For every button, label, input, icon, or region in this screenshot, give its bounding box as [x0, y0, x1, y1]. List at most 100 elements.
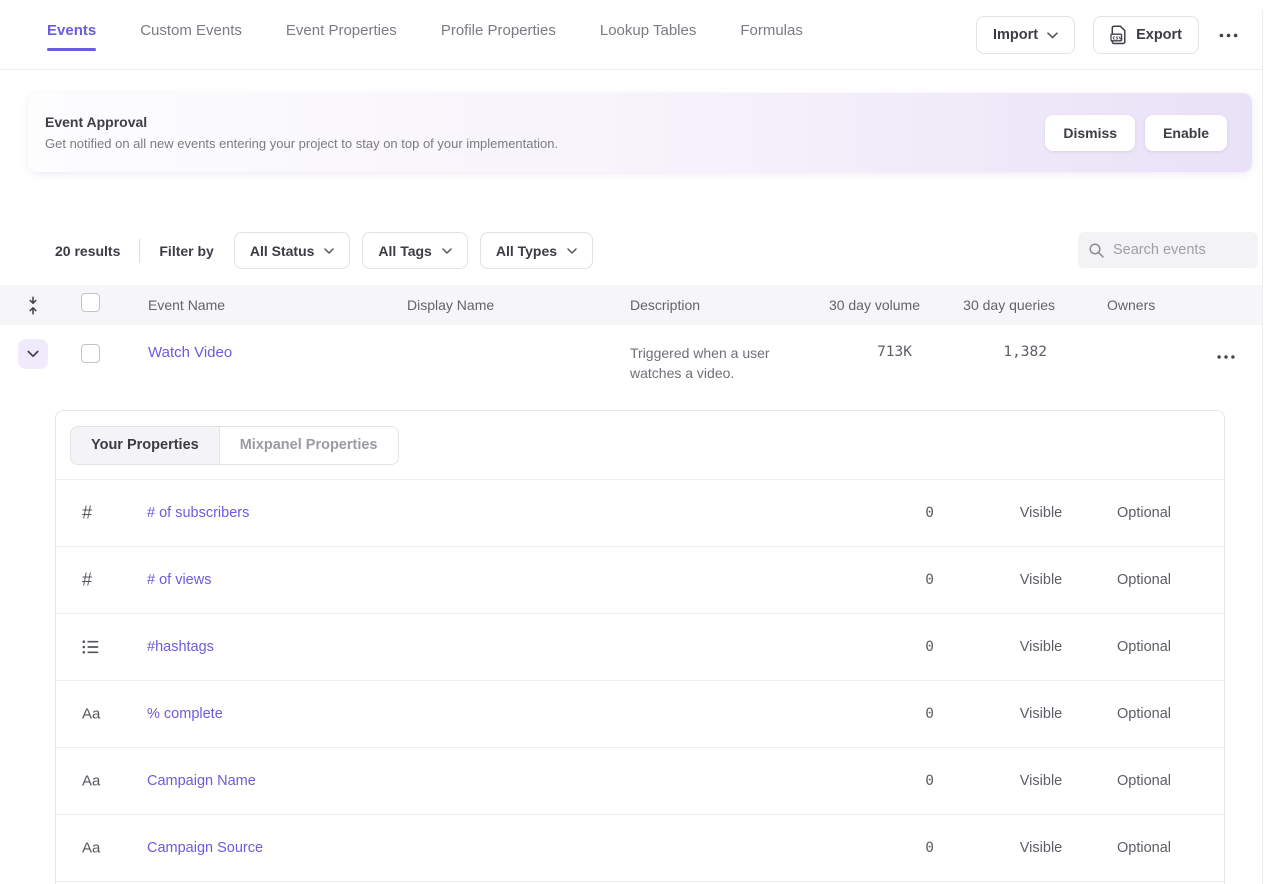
enable-button[interactable]: Enable: [1145, 115, 1227, 151]
search-icon: [1088, 242, 1105, 259]
tab-events[interactable]: Events: [47, 0, 96, 70]
property-name-link[interactable]: % complete: [147, 706, 223, 722]
expander-cell: [0, 325, 66, 369]
banner-actions: Dismiss Enable: [1045, 115, 1227, 151]
tab-formulas[interactable]: Formulas: [740, 0, 803, 70]
tab-mixpanel-properties[interactable]: Mixpanel Properties: [220, 427, 398, 464]
csv-file-icon: csv: [1110, 25, 1127, 45]
properties-segmented-control: Your Properties Mixpanel Properties: [70, 426, 399, 465]
chevron-down-icon: [1047, 32, 1058, 39]
list-type-icon: [82, 640, 99, 655]
all-types-label: All Types: [496, 243, 557, 259]
banner-title: Event Approval: [45, 114, 558, 130]
row-more-options-button[interactable]: [1217, 347, 1235, 362]
property-visibility: Visible: [1020, 773, 1062, 789]
property-visibility: Visible: [1020, 639, 1062, 655]
row-actions-cell: [1207, 325, 1262, 364]
property-requirement: Optional: [1117, 706, 1171, 722]
column-header-volume[interactable]: 30 day volume: [820, 297, 920, 313]
column-header-event-name[interactable]: Event Name: [148, 297, 407, 313]
event-approval-banner: Event Approval Get notified on all new e…: [28, 93, 1252, 172]
content-right-border: [1262, 10, 1279, 884]
property-name-link[interactable]: Campaign Name: [147, 773, 256, 789]
all-tags-dropdown[interactable]: All Tags: [362, 232, 467, 269]
property-volume: 0: [925, 706, 934, 722]
property-name-link[interactable]: #hashtags: [147, 639, 214, 655]
import-button[interactable]: Import: [976, 16, 1075, 54]
property-row: Aa % complete 0 Visible Optional: [56, 681, 1224, 748]
more-options-button[interactable]: [1217, 29, 1240, 42]
property-row: Aa Campaign Source 0 Visible Optional: [56, 815, 1224, 882]
results-count: 20 results: [55, 243, 120, 259]
property-volume: 0: [925, 773, 934, 789]
divider: [139, 239, 140, 263]
tab-your-properties[interactable]: Your Properties: [71, 427, 220, 464]
filter-by-label: Filter by: [159, 243, 213, 259]
property-volume: 0: [925, 639, 934, 655]
number-type-icon: #: [82, 503, 92, 524]
column-header-owners[interactable]: Owners: [1055, 297, 1207, 313]
column-header-description[interactable]: Description: [630, 297, 820, 313]
all-status-label: All Status: [250, 243, 315, 259]
ellipsis-icon: [1217, 355, 1235, 359]
lexicon-events-page: Events Custom Events Event Properties Pr…: [0, 0, 1279, 884]
all-types-dropdown[interactable]: All Types: [480, 232, 593, 269]
svg-text:csv: csv: [1112, 35, 1122, 41]
property-row: #hashtags 0 Visible Optional: [56, 614, 1224, 681]
collapse-all-icon[interactable]: [26, 296, 40, 315]
tab-lookup-tables[interactable]: Lookup Tables: [600, 0, 696, 70]
filter-bar: 20 results Filter by All Status All Tags…: [55, 232, 605, 269]
property-requirement: Optional: [1117, 773, 1171, 789]
events-table-header: Event Name Display Name Description 30 d…: [0, 285, 1262, 325]
property-name-link[interactable]: # of views: [147, 572, 211, 588]
property-requirement: Optional: [1117, 572, 1171, 588]
row-checkbox[interactable]: [81, 344, 100, 363]
property-requirement: Optional: [1117, 505, 1171, 521]
chevron-down-icon: [567, 248, 577, 254]
property-requirement: Optional: [1117, 639, 1171, 655]
ellipsis-icon: [1219, 33, 1238, 38]
tab-profile-properties[interactable]: Profile Properties: [441, 0, 556, 70]
chevron-down-icon: [27, 350, 39, 358]
property-visibility: Visible: [1020, 840, 1062, 856]
event-queries: 1,382: [920, 344, 1055, 360]
property-name-link[interactable]: # of subscribers: [147, 505, 249, 521]
banner-description: Get notified on all new events entering …: [45, 136, 558, 151]
search-input[interactable]: [1113, 242, 1243, 258]
event-name-link[interactable]: Watch Video: [148, 344, 232, 361]
search-events-box[interactable]: [1078, 232, 1258, 268]
top-navigation: Events Custom Events Event Properties Pr…: [0, 0, 1262, 70]
nav-tabs: Events Custom Events Event Properties Pr…: [0, 0, 803, 70]
collapse-row-button[interactable]: [18, 339, 48, 369]
event-volume: 713K: [820, 344, 920, 360]
property-requirement: Optional: [1117, 840, 1171, 856]
property-visibility: Visible: [1020, 706, 1062, 722]
chevron-down-icon: [324, 248, 334, 254]
chevron-down-icon: [442, 248, 452, 254]
text-type-icon: Aa: [82, 840, 100, 857]
collapse-all-cell: [0, 296, 66, 315]
property-visibility: Visible: [1020, 572, 1062, 588]
number-type-icon: #: [82, 570, 92, 591]
property-name-link[interactable]: Campaign Source: [147, 840, 263, 856]
event-name-cell: Watch Video: [148, 325, 407, 362]
column-header-display-name[interactable]: Display Name: [407, 297, 630, 313]
all-tags-label: All Tags: [378, 243, 431, 259]
property-volume: 0: [925, 572, 934, 588]
tab-event-properties[interactable]: Event Properties: [286, 0, 397, 70]
event-properties-panel: Your Properties Mixpanel Properties # # …: [55, 410, 1225, 884]
export-button[interactable]: csv Export: [1093, 16, 1199, 54]
import-label: Import: [993, 27, 1038, 43]
property-row: Aa Campaign Name 0 Visible Optional: [56, 748, 1224, 815]
all-status-dropdown[interactable]: All Status: [234, 232, 351, 269]
topbar-actions: Import csv Export: [976, 0, 1240, 70]
select-all-checkbox[interactable]: [81, 293, 100, 312]
select-all-cell: [66, 293, 148, 317]
tab-custom-events[interactable]: Custom Events: [140, 0, 242, 70]
banner-text: Event Approval Get notified on all new e…: [28, 114, 558, 151]
property-volume: 0: [925, 505, 934, 521]
property-visibility: Visible: [1020, 505, 1062, 521]
dismiss-button[interactable]: Dismiss: [1045, 115, 1135, 151]
property-row: # # of subscribers 0 Visible Optional: [56, 480, 1224, 547]
column-header-queries[interactable]: 30 day queries: [920, 297, 1055, 313]
